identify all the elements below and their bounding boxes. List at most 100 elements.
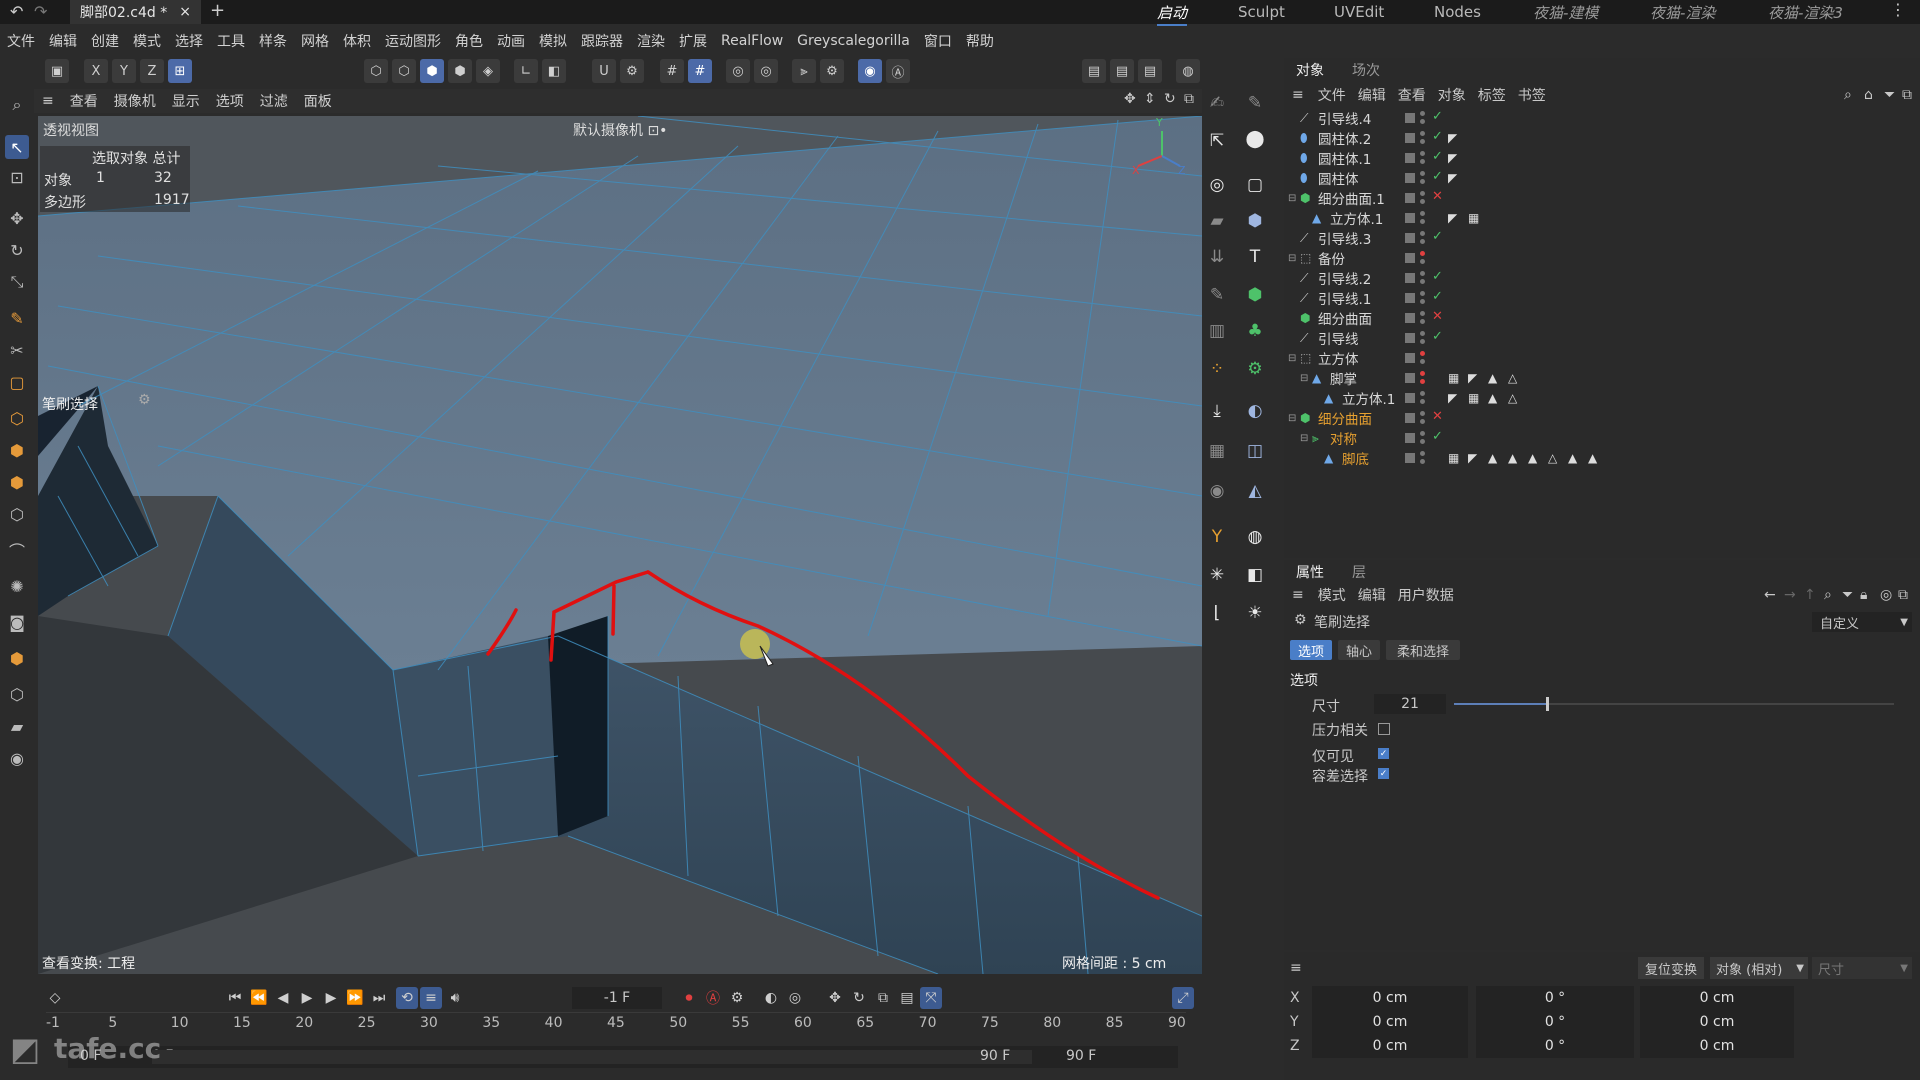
pen-tool-icon[interactable]: ✎ bbox=[5, 306, 29, 330]
object-tag-icon[interactable]: △ bbox=[1508, 371, 1517, 385]
object-row[interactable]: ⬮ 圆柱体.1 ✓ ◤ bbox=[1284, 148, 1920, 168]
paint-icon[interactable]: ✎ bbox=[1204, 282, 1230, 308]
tweak-icon[interactable]: ⚙ bbox=[620, 59, 644, 83]
render-visibility-dot[interactable] bbox=[1420, 199, 1425, 204]
om-search-icon[interactable]: ⌕ bbox=[1844, 87, 1852, 103]
tolerance-checkbox[interactable]: ✓ bbox=[1378, 768, 1389, 779]
expand-toggle-icon[interactable]: ⊟ bbox=[1288, 253, 1296, 264]
render-visibility-dot[interactable] bbox=[1420, 459, 1425, 464]
bevel-icon[interactable]: ⇊ bbox=[1204, 244, 1230, 270]
object-tag-icon[interactable]: ▲ bbox=[1488, 371, 1497, 385]
tab-layers[interactable]: 层 bbox=[1352, 560, 1366, 584]
object-row[interactable]: ▲ 立方体.1 ◤ ▦ ▲ △ bbox=[1284, 388, 1920, 408]
sculpt-icon[interactable]: ✍ bbox=[1204, 90, 1230, 116]
menu-render[interactable]: 渲染 bbox=[630, 31, 672, 51]
floor-icon[interactable]: ▰ bbox=[5, 714, 29, 738]
attr-target-icon[interactable]: ◎ bbox=[1880, 587, 1892, 603]
editor-visibility-dot[interactable] bbox=[1420, 431, 1425, 436]
menu-create[interactable]: 创建 bbox=[84, 31, 126, 51]
attr-lock-icon[interactable]: 🔒︎ bbox=[1860, 587, 1867, 603]
sound-icon[interactable]: 🔊︎ bbox=[444, 987, 466, 1009]
snap-down-icon[interactable]: ⤓ bbox=[1204, 398, 1230, 424]
editor-visibility-dot[interactable] bbox=[1420, 351, 1425, 356]
undo-icon[interactable]: ↶ bbox=[10, 2, 23, 21]
xpresso-icon[interactable]: ⬡ bbox=[5, 682, 29, 706]
knife-tool-icon[interactable]: ✂ bbox=[5, 338, 29, 362]
move-tool-icon[interactable]: ✥ bbox=[5, 206, 29, 230]
grid-snap-icon[interactable]: # bbox=[660, 59, 684, 83]
deformer-icon[interactable]: ◐ bbox=[1242, 398, 1268, 424]
key-pla-icon[interactable]: ⤧ bbox=[920, 987, 942, 1009]
rect-select-icon[interactable]: ▢ bbox=[1242, 172, 1268, 198]
expand-toggle-icon[interactable]: ⊟ bbox=[1288, 193, 1296, 204]
object-row[interactable]: ⟋ 引导线 ✓ bbox=[1284, 328, 1920, 348]
menu-mograph[interactable]: 运动图形 bbox=[378, 31, 448, 51]
object-row[interactable]: ⬮ 圆柱体.2 ✓ ◤ bbox=[1284, 128, 1920, 148]
menu-spline[interactable]: 样条 bbox=[252, 31, 294, 51]
render-visibility-dot[interactable] bbox=[1420, 119, 1425, 124]
range-bar[interactable]: 0 F 0 F 90 F 90 F bbox=[68, 1046, 1178, 1068]
render-visibility-dot[interactable] bbox=[1420, 439, 1425, 444]
enabled-check-icon[interactable]: ✓ bbox=[1432, 289, 1443, 304]
om-home-icon[interactable]: ⌂ bbox=[1864, 87, 1873, 103]
object-tag-icon[interactable]: ▲ bbox=[1488, 391, 1497, 405]
next-frame-icon[interactable]: ▶ bbox=[320, 987, 342, 1009]
record-icon[interactable]: ⏺ bbox=[678, 987, 700, 1009]
sun-light-icon[interactable]: ☀ bbox=[1242, 600, 1268, 626]
editor-visibility-dot[interactable] bbox=[1420, 171, 1425, 176]
layer-swatch[interactable] bbox=[1405, 333, 1415, 343]
menu-select[interactable]: 选择 bbox=[168, 31, 210, 51]
menu-window[interactable]: 窗口 bbox=[917, 31, 959, 51]
layer-swatch[interactable] bbox=[1405, 253, 1415, 263]
render-visibility-dot[interactable] bbox=[1420, 279, 1425, 284]
render-view-icon[interactable]: ◉ bbox=[858, 59, 882, 83]
tool-gear-icon[interactable]: ⚙ bbox=[138, 392, 151, 408]
viewport-menu-filter[interactable]: 过滤 bbox=[252, 91, 296, 111]
menu-realflow[interactable]: RealFlow bbox=[714, 33, 790, 49]
object-tag-icon[interactable]: ◤ bbox=[1448, 391, 1457, 405]
locked-workplane-icon[interactable]: ◎ bbox=[754, 59, 778, 83]
menu-mesh[interactable]: 网格 bbox=[294, 31, 336, 51]
layer-swatch[interactable] bbox=[1405, 413, 1415, 423]
attr-search-icon[interactable]: ⌕ bbox=[1824, 587, 1832, 603]
object-row[interactable]: ⬢ 细分曲面 ✕ bbox=[1284, 308, 1920, 328]
axis-z-toggle[interactable]: Z bbox=[140, 59, 164, 83]
object-row[interactable]: ⟋ 引导线.2 ✓ bbox=[1284, 268, 1920, 288]
attr-forward-icon[interactable]: → bbox=[1784, 587, 1796, 603]
coord-pos-field[interactable]: 0 cm bbox=[1312, 986, 1468, 1010]
generator-icon[interactable]: ⬢ bbox=[1242, 282, 1268, 308]
fps-icon[interactable]: ≡ bbox=[420, 987, 442, 1009]
selection-arrow-icon[interactable]: ⇱ bbox=[1204, 128, 1230, 154]
uv-mode-icon[interactable]: ⬢ bbox=[448, 59, 472, 83]
editor-visibility-dot[interactable] bbox=[1420, 231, 1425, 236]
object-tag-icon[interactable]: ◤ bbox=[1468, 451, 1477, 465]
workplane-icon[interactable]: ◎ bbox=[726, 59, 750, 83]
array-icon[interactable]: ⬢ bbox=[5, 470, 29, 494]
camera-icon[interactable]: ◙ bbox=[5, 610, 29, 634]
coordinate-system-icon[interactable]: ⊞ bbox=[168, 59, 192, 83]
object-tag-icon[interactable]: △ bbox=[1548, 451, 1557, 465]
om-menu-file[interactable]: 文件 bbox=[1312, 85, 1352, 105]
render-visibility-dot[interactable] bbox=[1420, 299, 1425, 304]
perspective-viewport[interactable]: Y X Z 透视视图 默认摄像机 ⊡• 选取对象 总计 对象 1 32 多边形 … bbox=[38, 116, 1202, 974]
expand-toggle-icon[interactable]: ⊟ bbox=[1300, 433, 1308, 444]
editor-visibility-dot[interactable] bbox=[1420, 311, 1425, 316]
light-icon[interactable]: ✺ bbox=[5, 574, 29, 598]
document-tab[interactable]: 脚部02.c4d * × bbox=[70, 0, 201, 24]
enabled-check-icon[interactable]: ✓ bbox=[1432, 149, 1443, 164]
render-visibility-dot[interactable] bbox=[1420, 379, 1425, 384]
pressure-checkbox[interactable] bbox=[1378, 723, 1390, 735]
menu-tools[interactable]: 工具 bbox=[210, 31, 252, 51]
points-mode-icon[interactable]: ⬡ bbox=[364, 59, 388, 83]
om-menu-object[interactable]: 对象 bbox=[1432, 85, 1472, 105]
search-icon[interactable]: ⌕ bbox=[5, 93, 29, 117]
circle-select-icon[interactable]: ◎ bbox=[1204, 172, 1230, 198]
editor-visibility-dot[interactable] bbox=[1420, 151, 1425, 156]
render-region-icon[interactable]: ▤ bbox=[1082, 59, 1106, 83]
object-tag-icon[interactable]: ▦ bbox=[1448, 451, 1459, 465]
viewport-menu-display[interactable]: 显示 bbox=[164, 91, 208, 111]
menu-edit[interactable]: 编辑 bbox=[42, 31, 84, 51]
object-tag-icon[interactable]: ▦ bbox=[1468, 211, 1479, 225]
object-tag-icon[interactable]: ▲ bbox=[1588, 451, 1597, 465]
editor-visibility-dot[interactable] bbox=[1420, 331, 1425, 336]
